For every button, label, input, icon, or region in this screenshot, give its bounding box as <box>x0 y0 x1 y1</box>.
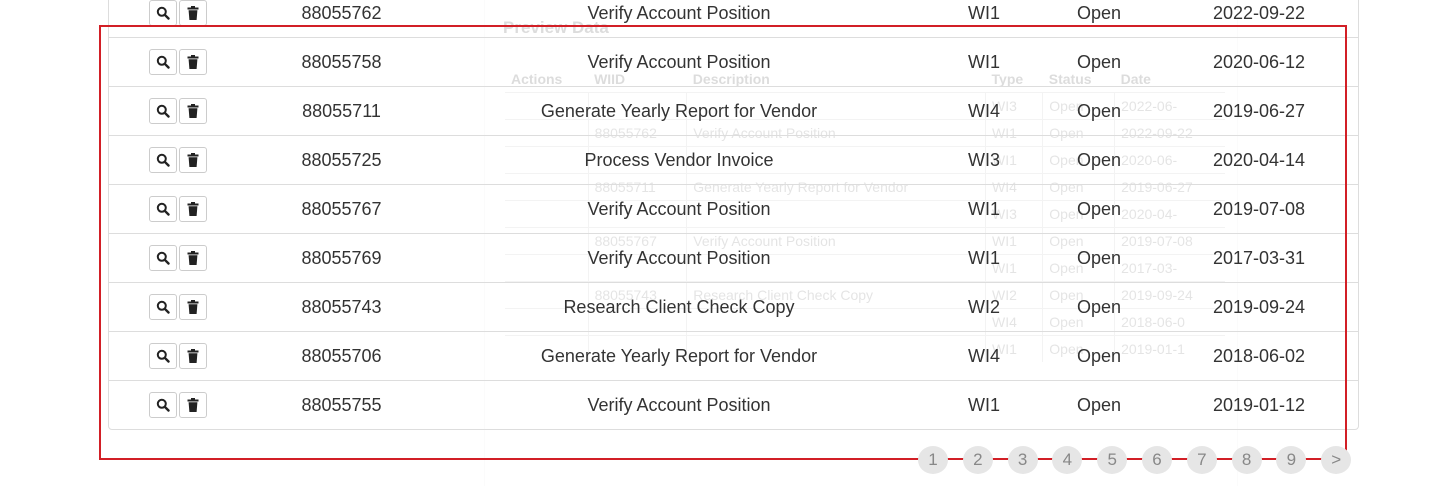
view-button[interactable] <box>149 147 177 173</box>
view-button[interactable] <box>149 294 177 320</box>
table-row: 88055769 Verify Account Position WI1 Open 20… <box>109 234 1358 283</box>
delete-button[interactable] <box>179 196 207 222</box>
delete-button[interactable] <box>179 392 207 418</box>
view-button[interactable] <box>149 49 177 75</box>
type-cell: WI1 <box>967 248 1000 268</box>
wiid-cell: 88055755 <box>301 395 382 415</box>
actions-cell <box>149 87 259 135</box>
page-button[interactable]: 1 <box>918 446 948 474</box>
wiid-cell: 88055769 <box>301 248 382 268</box>
status-cell: Open <box>1076 395 1122 415</box>
table-row: 88055711 Generate Yearly Report for Vendo… <box>109 87 1358 136</box>
delete-button[interactable] <box>179 294 207 320</box>
description-cell: Research Client Check Copy <box>563 297 795 317</box>
view-button[interactable] <box>149 392 177 418</box>
view-button[interactable] <box>149 0 177 26</box>
page-button[interactable]: 5 <box>1097 446 1128 474</box>
type-cell: WI4 <box>967 346 1000 366</box>
wiid-cell: 88055711 <box>302 101 381 121</box>
actions-cell <box>149 0 259 37</box>
date-cell: 2020-04-14 <box>1212 150 1306 170</box>
status-cell: Open <box>1076 101 1122 121</box>
view-button[interactable] <box>149 245 177 271</box>
date-cell: 2018-06-02 <box>1212 346 1306 366</box>
status-cell: Open <box>1076 248 1122 268</box>
date-cell: 2017-03-31 <box>1212 248 1306 268</box>
status-cell: Open <box>1076 150 1122 170</box>
table-row: 88055758 Verify Account Position WI1 Open 20… <box>109 38 1358 87</box>
wiid-cell: 88055767 <box>301 199 382 219</box>
date-cell: 2019-06-27 <box>1212 101 1306 121</box>
description-cell: Process Vendor Invoice <box>584 150 774 170</box>
wiid-cell: 88055725 <box>301 150 382 170</box>
table-row: 88055725 Process Vendor Invoice WI3 Open 202… <box>109 136 1358 185</box>
actions-cell <box>149 283 259 331</box>
page-button[interactable]: 3 <box>1007 446 1038 474</box>
table-row: 88055762 Verify Account Position WI1 Open 20… <box>109 0 1358 38</box>
wiid-cell: 88055762 <box>301 3 382 23</box>
work-items-table: 88055762 Verify Account Position WI1 Open 20… <box>108 0 1359 430</box>
page-button[interactable]: 7 <box>1186 446 1217 474</box>
view-button[interactable] <box>149 343 177 369</box>
type-cell: WI1 <box>967 52 1000 72</box>
actions-cell <box>149 38 259 86</box>
description-cell: Verify Account Position <box>587 248 771 268</box>
date-cell: 2020-06-12 <box>1212 52 1306 72</box>
type-cell: WI1 <box>967 395 1000 415</box>
description-cell: Verify Account Position <box>587 3 771 23</box>
type-cell: WI1 <box>967 199 1000 219</box>
status-cell: Open <box>1076 199 1122 219</box>
status-cell: Open <box>1076 3 1122 23</box>
description-cell: Verify Account Position <box>587 52 771 72</box>
description-cell: Generate Yearly Report for Vendor <box>540 101 818 121</box>
status-cell: Open <box>1076 346 1122 366</box>
type-cell: WI1 <box>967 3 1000 23</box>
date-cell: 2019-07-08 <box>1212 199 1306 219</box>
date-cell: 2019-09-24 <box>1212 297 1306 317</box>
description-cell: Verify Account Position <box>587 199 771 219</box>
actions-cell <box>149 185 259 233</box>
table-row: 88055767 Verify Account Position WI1 Open 20… <box>109 185 1358 234</box>
page-button[interactable]: 6 <box>1142 446 1172 474</box>
delete-button[interactable] <box>179 49 207 75</box>
next-page-button[interactable]: > <box>1321 446 1352 474</box>
table-row: 88055743 Research Client Check Copy WI2 Ope… <box>109 283 1358 332</box>
date-cell: 2022-09-22 <box>1212 3 1306 23</box>
status-cell: Open <box>1076 297 1122 317</box>
page-button[interactable]: 9 <box>1276 446 1307 474</box>
view-button[interactable] <box>149 98 177 124</box>
status-cell: Open <box>1076 52 1122 72</box>
wiid-cell: 88055706 <box>301 346 382 366</box>
wiid-cell: 88055743 <box>301 297 382 317</box>
description-cell: Generate Yearly Report for Vendor <box>540 346 818 366</box>
type-cell: WI4 <box>967 101 1000 121</box>
actions-cell <box>149 234 259 282</box>
description-cell: Verify Account Position <box>587 395 771 415</box>
type-cell: WI3 <box>967 150 1000 170</box>
table-row: 88055706 Generate Yearly Report for Vendo… <box>109 332 1358 381</box>
page-button[interactable]: 2 <box>962 446 993 474</box>
date-cell: 2019-01-12 <box>1212 395 1306 415</box>
page-button[interactable]: 8 <box>1231 446 1262 474</box>
delete-button[interactable] <box>179 98 207 124</box>
delete-button[interactable] <box>179 0 207 26</box>
actions-cell <box>149 381 259 429</box>
wiid-cell: 88055758 <box>301 52 382 72</box>
type-cell: WI2 <box>967 297 1000 317</box>
view-button[interactable] <box>149 196 177 222</box>
actions-cell <box>149 136 259 184</box>
delete-button[interactable] <box>179 343 207 369</box>
delete-button[interactable] <box>179 147 207 173</box>
actions-cell <box>149 332 259 380</box>
delete-button[interactable] <box>179 245 207 271</box>
table-row: 88055755 Verify Account Position WI1 Open 20… <box>109 381 1358 429</box>
